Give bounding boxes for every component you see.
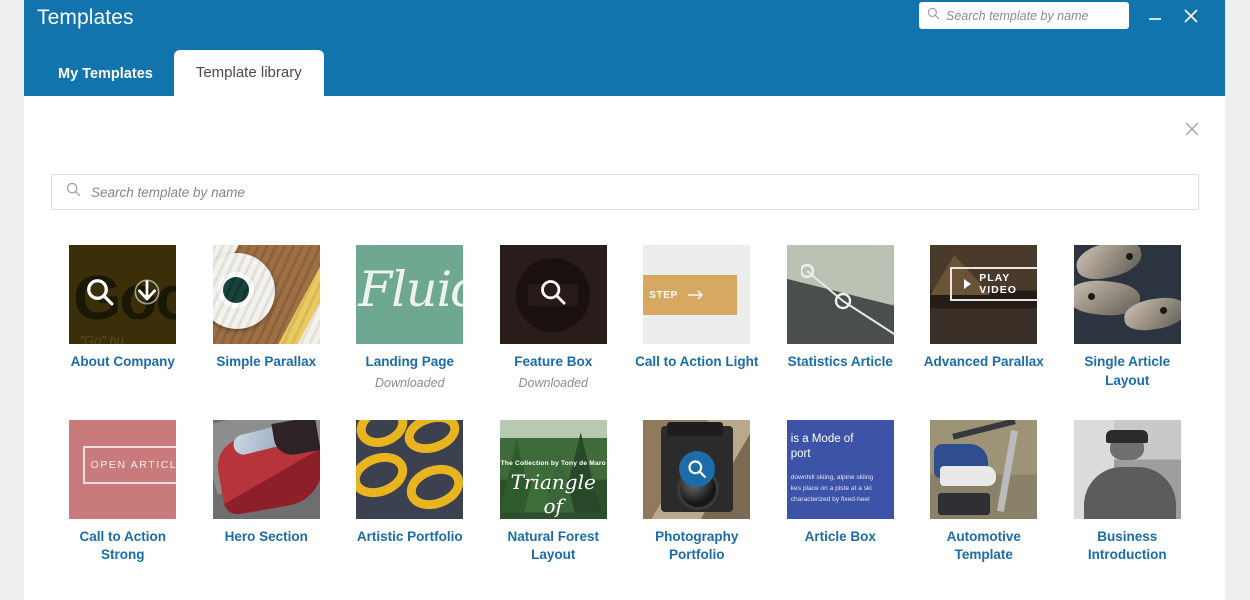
template-thumbnail[interactable]: is a Mode of port downhill skiing, alpine … xyxy=(786,419,894,519)
search-icon[interactable] xyxy=(85,277,115,312)
thumbnail-artwork: The Collection by Tony de Maro Triangle o… xyxy=(499,419,607,519)
search-icon[interactable] xyxy=(678,451,715,487)
template-card[interactable]: PLAY VIDEO Advanced Parallax xyxy=(912,245,1056,391)
template-thumbnail[interactable]: PLAY VIDEO xyxy=(930,245,1038,344)
template-card[interactable]: Business Introduction xyxy=(1056,419,1200,565)
thumbnail-artwork: OPEN ARTICLE xyxy=(69,419,177,519)
template-thumbnail[interactable] xyxy=(1073,419,1181,519)
template-status-label: Downloaded xyxy=(375,375,445,390)
thumbnail-artwork xyxy=(930,419,1038,519)
template-card[interactable]: The Collection by Tony de Maro Triangle o… xyxy=(482,419,626,565)
template-card[interactable]: is a Mode of port downhill skiing, alpine … xyxy=(769,419,913,565)
header-search-box[interactable] xyxy=(919,2,1129,29)
template-thumbnail[interactable]: Fluid xyxy=(356,245,464,344)
thumb-hover-overlay[interactable] xyxy=(643,420,750,519)
template-title[interactable]: Simple Parallax xyxy=(216,353,316,372)
thumbnail-artwork xyxy=(1073,419,1181,519)
download-icon[interactable] xyxy=(133,278,161,311)
template-thumbnail[interactable]: OPEN ARTICLE xyxy=(69,419,177,519)
tab-my-templates[interactable]: My Templates xyxy=(37,53,174,96)
template-thumbnail[interactable] xyxy=(643,419,751,519)
template-title[interactable]: Call to Action Strong xyxy=(57,528,189,565)
thumbnail-artwork: PLAY VIDEO xyxy=(930,245,1038,344)
search-icon[interactable] xyxy=(539,278,567,311)
template-title[interactable]: Feature Box xyxy=(514,353,592,372)
template-title[interactable]: Single Article Layout xyxy=(1061,353,1193,390)
thumb-hover-overlay[interactable] xyxy=(500,245,607,344)
template-thumbnail[interactable] xyxy=(499,245,607,344)
template-card[interactable]: OPEN ARTICLE Call to Action Strong xyxy=(51,419,195,565)
template-thumbnail[interactable]: Goo "Go" bu xyxy=(69,245,177,344)
template-card[interactable]: Single Article Layout xyxy=(1056,245,1200,391)
template-card[interactable]: STEP Call to Action Light xyxy=(625,245,769,391)
window-title-bar: Templates My Templates Templa xyxy=(24,0,1225,96)
template-thumbnail[interactable]: The Collection by Tony de Maro Triangle o… xyxy=(499,419,607,519)
template-card[interactable]: Simple Parallax xyxy=(195,245,339,391)
template-card[interactable]: Goo "Go" bu About Company xyxy=(51,245,195,391)
template-thumbnail[interactable]: STEP xyxy=(643,245,751,344)
tab-strip: My Templates Template library xyxy=(37,48,324,96)
thumbnail-artwork: Fluid xyxy=(356,245,464,344)
template-title[interactable]: Business Introduction xyxy=(1061,528,1193,565)
main-search-box[interactable] xyxy=(51,174,1199,210)
template-title[interactable]: Natural Forest Layout xyxy=(487,528,619,565)
template-title[interactable]: Article Box xyxy=(805,528,876,547)
template-card[interactable]: Fluid Landing Page Downloaded xyxy=(338,245,482,391)
thumbnail-artwork xyxy=(356,419,464,519)
thumb-hover-overlay[interactable] xyxy=(69,245,176,344)
tab-template-library[interactable]: Template library xyxy=(173,50,324,96)
thumbnail-artwork: is a Mode of port downhill skiing, alpine … xyxy=(786,419,894,519)
search-icon xyxy=(927,7,940,25)
template-card[interactable]: Artistic Portfolio xyxy=(338,419,482,565)
template-title[interactable]: Landing Page xyxy=(365,353,454,372)
template-thumbnail[interactable] xyxy=(786,245,894,344)
search-icon xyxy=(66,182,81,202)
thumbnail-artwork xyxy=(1073,245,1181,344)
template-card[interactable]: Feature Box Downloaded xyxy=(482,245,626,391)
template-grid: Goo "Go" bu About Company Simple Parallax Fl… xyxy=(51,245,1199,594)
header-search-input[interactable] xyxy=(946,8,1121,23)
template-card[interactable]: Photography Portfolio xyxy=(625,419,769,565)
template-title[interactable]: Statistics Article xyxy=(788,353,893,372)
template-card[interactable]: Automotive Template xyxy=(912,419,1056,565)
thumbnail-artwork: STEP xyxy=(643,245,751,344)
template-thumbnail[interactable] xyxy=(930,419,1038,519)
close-window-button[interactable] xyxy=(1179,4,1203,28)
template-title[interactable]: Advanced Parallax xyxy=(924,353,1044,372)
templates-window: Templates My Templates Templa xyxy=(24,0,1225,600)
template-title[interactable]: Hero Section xyxy=(225,528,308,547)
template-thumbnail[interactable] xyxy=(212,245,320,344)
template-thumbnail[interactable] xyxy=(212,419,320,519)
thumbnail-artwork xyxy=(212,419,320,519)
minimize-button[interactable] xyxy=(1143,4,1167,28)
template-title[interactable]: Photography Portfolio xyxy=(631,528,763,565)
page-title: Templates xyxy=(37,6,134,29)
thumbnail-artwork xyxy=(212,245,320,344)
thumbnail-artwork xyxy=(786,245,894,344)
template-title[interactable]: Artistic Portfolio xyxy=(357,528,463,547)
template-library-panel: Goo"Go" bu About Company Simple Parallax Fl… xyxy=(24,96,1225,600)
template-status-label: Downloaded xyxy=(518,375,589,390)
template-card[interactable]: Hero Section xyxy=(195,419,339,565)
template-thumbnail[interactable] xyxy=(356,419,464,519)
panel-close-icon[interactable] xyxy=(1181,118,1203,140)
template-card[interactable]: Statistics Article xyxy=(769,245,913,391)
template-title[interactable]: Call to Action Light xyxy=(635,353,758,372)
template-title[interactable]: Automotive Template xyxy=(918,528,1050,565)
template-thumbnail[interactable] xyxy=(1073,245,1181,344)
template-title[interactable]: About Company xyxy=(71,353,175,372)
main-search-input[interactable] xyxy=(91,184,1184,200)
